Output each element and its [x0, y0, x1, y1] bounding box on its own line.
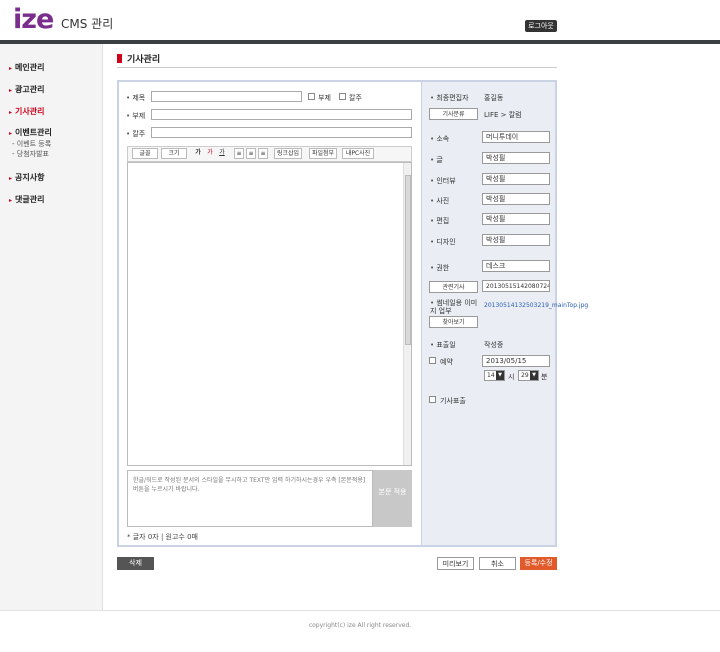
writer-field[interactable]: 박성필 — [482, 152, 550, 164]
thumbnail-label: 썸네일용 이미지 업부 — [430, 299, 480, 315]
align-center-icon[interactable]: ≡ — [246, 148, 256, 159]
logout-button[interactable]: 로그아웃 — [525, 20, 557, 32]
related-articles-field[interactable]: 20130515142080724G — [482, 280, 550, 292]
affiliation-label: 소속 — [430, 134, 449, 144]
preview-button[interactable]: 미리보기 — [437, 557, 474, 570]
design-field[interactable]: 박성필 — [482, 234, 550, 246]
title-marker-icon — [117, 54, 122, 63]
sidebar-item-articles[interactable]: 기사관리 — [9, 106, 44, 117]
subtitle-label: 부제 — [126, 111, 145, 121]
minute-unit: 분 — [541, 373, 548, 381]
title-input[interactable] — [151, 91, 302, 102]
font-color-button[interactable]: 가 — [205, 148, 215, 159]
copyright-text: copyright(c) ize All right reserved. — [308, 622, 412, 629]
bold-button[interactable]: 가 — [193, 148, 203, 159]
underline-button[interactable]: 가 — [217, 148, 227, 159]
font-size-select[interactable]: 크기 — [161, 148, 187, 159]
editor-scrollbar[interactable] — [403, 163, 411, 465]
header-divider — [0, 40, 720, 44]
top-header: ize CMS 관리 로그아웃 — [0, 0, 720, 40]
subtitle-checkbox[interactable] — [308, 93, 315, 100]
display-date-label: 표출일 — [430, 340, 455, 350]
final-editor-value: 홍길동 — [484, 94, 504, 102]
chevron-down-icon: ▼ — [496, 371, 504, 380]
display-article-checkbox[interactable] — [429, 396, 436, 403]
paste-note-textarea[interactable]: 한글/워드로 작성된 문서의 스타일을 무시하고 TEXT만 입력 하기하시는경… — [127, 470, 373, 527]
hour-select[interactable]: 14 ▼ — [484, 370, 505, 381]
interview-label: 인터뷰 — [430, 176, 455, 186]
final-editor-label: 최종편집자 — [430, 93, 468, 103]
chevron-down-icon: ▼ — [530, 371, 538, 380]
interview-field[interactable]: 박성필 — [482, 173, 550, 185]
related-articles-button[interactable]: 관련기사 — [429, 281, 478, 293]
hour-unit: 시 — [508, 373, 515, 381]
permission-field[interactable]: 데스크 — [482, 260, 550, 272]
insert-link-button[interactable]: 링크삽입 — [274, 148, 302, 159]
browse-thumbnail-button[interactable]: 찾아보기 — [429, 316, 478, 328]
scrollbar-thumb[interactable] — [405, 175, 411, 345]
delete-button[interactable]: 삭제 — [117, 557, 154, 570]
column-checkbox-label: 칼주 — [349, 94, 362, 102]
column-checkbox[interactable] — [339, 93, 346, 100]
photo-label: 사진 — [430, 196, 449, 206]
save-button[interactable]: 등록/수정 — [520, 557, 557, 570]
cms-app: ize CMS 관리 로그아웃 메인관리 광고관리 기사관리 이벤트관리 - 이… — [0, 0, 720, 652]
font-family-select[interactable]: 글꼴 — [132, 148, 158, 159]
app-title: CMS 관리 — [61, 17, 114, 31]
category-value: LIFE > 칼럼 — [484, 111, 522, 119]
reserve-checkbox[interactable] — [429, 357, 436, 364]
permission-label: 권한 — [430, 263, 449, 273]
column-input[interactable] — [151, 127, 412, 138]
footer — [0, 610, 720, 652]
ize-logo[interactable]: ize — [13, 4, 54, 35]
cancel-button[interactable]: 취소 — [479, 557, 516, 570]
my-pc-photo-button[interactable]: 내PC사진 — [342, 148, 374, 159]
subtitle-input[interactable] — [151, 109, 412, 120]
status-value: 작성중 — [484, 341, 504, 349]
apply-body-button[interactable]: 본문 적용 — [373, 470, 412, 527]
writer-label: 글 — [430, 155, 442, 165]
attach-file-button[interactable]: 파일첨부 — [309, 148, 337, 159]
editing-field[interactable]: 박성필 — [482, 213, 550, 225]
sidebar-item-main[interactable]: 메인관리 — [9, 62, 44, 73]
photo-field[interactable]: 박성필 — [482, 193, 550, 205]
article-body-editor[interactable] — [127, 162, 412, 466]
editing-label: 편집 — [430, 216, 449, 226]
title-divider — [117, 67, 557, 68]
display-article-label: 기사표출 — [440, 397, 466, 405]
subtitle-checkbox-label: 부제 — [318, 94, 331, 102]
sidebar-item-events[interactable]: 이벤트관리 — [9, 127, 52, 138]
page-title: 기사관리 — [117, 52, 160, 65]
character-count: * 글자 0자 | 원고수 0매 — [127, 533, 198, 541]
reserve-label: 예약 — [440, 358, 453, 366]
sidebar-item-comments[interactable]: 댓글관리 — [9, 194, 44, 205]
title-label: 제목 — [126, 93, 145, 103]
sidebar-subitem-event-register[interactable]: - 이벤트 등록 — [12, 139, 51, 149]
sidebar-item-ads[interactable]: 광고관리 — [9, 84, 44, 95]
column-label: 칼주 — [126, 129, 145, 139]
reserve-date-field[interactable]: 2013/05/15 — [482, 355, 550, 367]
align-left-icon[interactable]: ≡ — [234, 148, 244, 159]
category-button[interactable]: 기사분류 — [429, 108, 478, 120]
sidebar-item-notices[interactable]: 공지사항 — [9, 172, 44, 183]
thumbnail-file-link[interactable]: 20130514132503219_mainTop.jpg — [484, 302, 588, 310]
align-right-icon[interactable]: ≡ — [258, 148, 268, 159]
minute-select[interactable]: 29 ▼ — [518, 370, 539, 381]
sidebar-subitem-winners[interactable]: - 당첨자발표 — [12, 149, 49, 159]
design-label: 디자인 — [430, 237, 455, 247]
affiliation-field[interactable]: 머니투데이 — [482, 131, 550, 143]
